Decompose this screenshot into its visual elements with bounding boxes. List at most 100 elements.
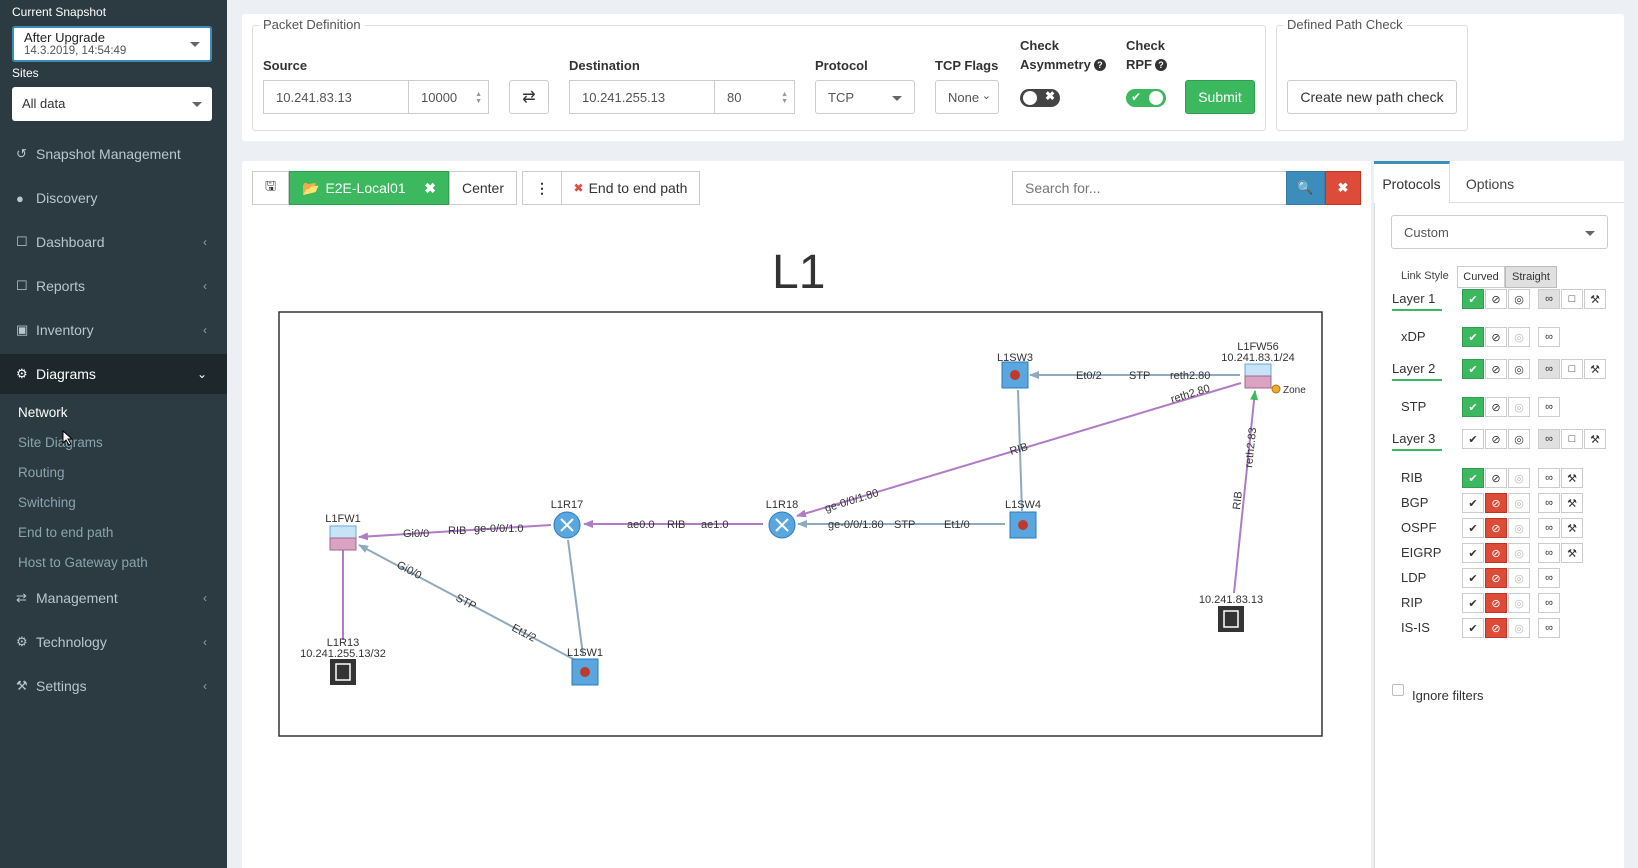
show-toggle-button[interactable]: ✔ (1462, 518, 1484, 538)
hide-button[interactable]: ⊘ (1485, 593, 1507, 613)
layer-underline (1392, 449, 1442, 451)
node-label: 10.241.83.13 (1199, 594, 1263, 606)
protocol-row-label: RIP (1401, 595, 1423, 610)
show-toggle-button[interactable]: ✔ (1462, 493, 1484, 513)
hide-button[interactable]: ⊘ (1485, 468, 1507, 488)
check-icon: ✔ (1468, 293, 1478, 306)
hide-button[interactable]: ⊘ (1485, 359, 1507, 379)
eye-slash-icon: ◎ (1514, 331, 1524, 344)
wrench-button[interactable]: ⚒ (1584, 429, 1606, 449)
wrench-button[interactable]: ⚒ (1584, 289, 1606, 309)
transparent-button[interactable]: ◎ (1508, 327, 1530, 347)
show-toggle-button[interactable]: ✔ (1462, 543, 1484, 563)
transparent-button[interactable]: ◎ (1508, 468, 1530, 488)
ban-icon: ⊘ (1491, 547, 1501, 560)
link-icon: ∞ (1545, 522, 1553, 534)
eye-slash-icon: ◎ (1514, 522, 1524, 535)
transparent-button[interactable]: ◎ (1508, 289, 1530, 309)
transparent-button[interactable]: ◎ (1508, 493, 1530, 513)
link-button[interactable]: ∞ (1538, 397, 1560, 417)
node-label: L1R18 (766, 499, 798, 511)
transparent-button[interactable]: ◎ (1508, 397, 1530, 417)
transparent-button[interactable]: ◎ (1508, 568, 1530, 588)
square-button[interactable]: □ (1561, 429, 1583, 449)
node-l1r18[interactable]: L1R18 (766, 499, 798, 539)
show-toggle-button[interactable]: ✔ (1462, 468, 1484, 488)
square-icon: □ (1568, 363, 1576, 375)
hide-button[interactable]: ⊘ (1485, 518, 1507, 538)
hide-button[interactable]: ⊘ (1485, 289, 1507, 309)
preset-select[interactable]: Custom (1391, 215, 1608, 249)
wrench-icon: ⚒ (1590, 363, 1600, 376)
show-toggle-button[interactable]: ✔ (1462, 397, 1484, 417)
ban-icon: ⊘ (1491, 401, 1501, 414)
show-toggle-button[interactable]: ✔ (1462, 618, 1484, 638)
hide-button[interactable]: ⊘ (1485, 618, 1507, 638)
eye-slash-icon: ◎ (1514, 547, 1524, 560)
wrench-button[interactable]: ⚒ (1561, 543, 1583, 563)
transparent-button[interactable]: ◎ (1508, 518, 1530, 538)
hide-button[interactable]: ⊘ (1485, 397, 1507, 417)
link-button[interactable]: ∞ (1538, 468, 1560, 488)
link-button[interactable]: ∞ (1538, 568, 1560, 588)
node-l1sw3[interactable]: L1SW3 (997, 352, 1033, 389)
square-button[interactable]: □ (1561, 289, 1583, 309)
hide-button[interactable]: ⊘ (1485, 543, 1507, 563)
eye-slash-icon: ◎ (1514, 622, 1524, 635)
show-toggle-button[interactable]: ✔ (1462, 429, 1484, 449)
node-l1fw1[interactable]: L1FW1 (325, 513, 361, 551)
hide-button[interactable]: ⊘ (1485, 568, 1507, 588)
node-label: L1R17 (551, 499, 583, 511)
eye-slash-icon: ◎ (1514, 572, 1524, 585)
edge-label: RIB (448, 525, 466, 537)
protocol-row-label: RIB (1401, 470, 1423, 485)
hide-button[interactable]: ⊘ (1485, 327, 1507, 347)
square-icon: □ (1568, 433, 1576, 445)
hide-button[interactable]: ⊘ (1485, 429, 1507, 449)
edge-label: STP (894, 519, 915, 531)
wrench-button[interactable]: ⚒ (1561, 468, 1583, 488)
wrench-button[interactable]: ⚒ (1584, 359, 1606, 379)
link-button[interactable]: ∞ (1538, 518, 1560, 538)
hide-button[interactable]: ⊘ (1485, 493, 1507, 513)
transparent-button[interactable]: ◎ (1508, 593, 1530, 613)
ban-icon: ⊘ (1491, 497, 1501, 510)
layer-underline (1392, 309, 1442, 311)
show-toggle-button[interactable]: ✔ (1462, 568, 1484, 588)
link-icon: ∞ (1545, 363, 1553, 375)
link-button[interactable]: ∞ (1538, 359, 1560, 379)
link-button[interactable]: ∞ (1538, 618, 1560, 638)
wrench-button[interactable]: ⚒ (1561, 518, 1583, 538)
show-toggle-button[interactable]: ✔ (1462, 593, 1484, 613)
eye-slash-icon: ◎ (1514, 597, 1524, 610)
square-button[interactable]: □ (1561, 359, 1583, 379)
transparent-button[interactable]: ◎ (1508, 359, 1530, 379)
node-l1r17[interactable]: L1R17 (551, 499, 583, 539)
transparent-button[interactable]: ◎ (1508, 618, 1530, 638)
link-button[interactable]: ∞ (1538, 543, 1560, 563)
link-icon: ∞ (1545, 331, 1553, 343)
show-toggle-button[interactable]: ✔ (1462, 359, 1484, 379)
link-button[interactable]: ∞ (1538, 493, 1560, 513)
tab-options[interactable]: Options (1452, 164, 1528, 203)
node-l1sw4[interactable]: L1SW4 (1005, 499, 1041, 539)
link-button[interactable]: ∞ (1538, 429, 1560, 449)
show-toggle-button[interactable]: ✔ (1462, 289, 1484, 309)
tab-protocols[interactable]: Protocols (1374, 161, 1450, 203)
link-button[interactable]: ∞ (1538, 289, 1560, 309)
node-label: L1FW1 (325, 513, 360, 525)
show-toggle-button[interactable]: ✔ (1462, 327, 1484, 347)
transparent-button[interactable]: ◎ (1508, 429, 1530, 449)
ban-icon: ⊘ (1491, 293, 1501, 306)
node-l1sw1[interactable]: L1SW1 (567, 647, 603, 686)
link-button[interactable]: ∞ (1538, 327, 1560, 347)
wrench-button[interactable]: ⚒ (1561, 493, 1583, 513)
edge-label: ae1.0 (701, 519, 729, 531)
link-button[interactable]: ∞ (1538, 593, 1560, 613)
curved-button[interactable]: Curved (1457, 266, 1505, 288)
tab-divider (1450, 202, 1624, 203)
straight-button[interactable]: Straight (1505, 266, 1557, 288)
edge-label: ge-0/0/1.0 (474, 523, 524, 535)
ignore-filters-checkbox[interactable] (1392, 684, 1404, 696)
transparent-button[interactable]: ◎ (1508, 543, 1530, 563)
